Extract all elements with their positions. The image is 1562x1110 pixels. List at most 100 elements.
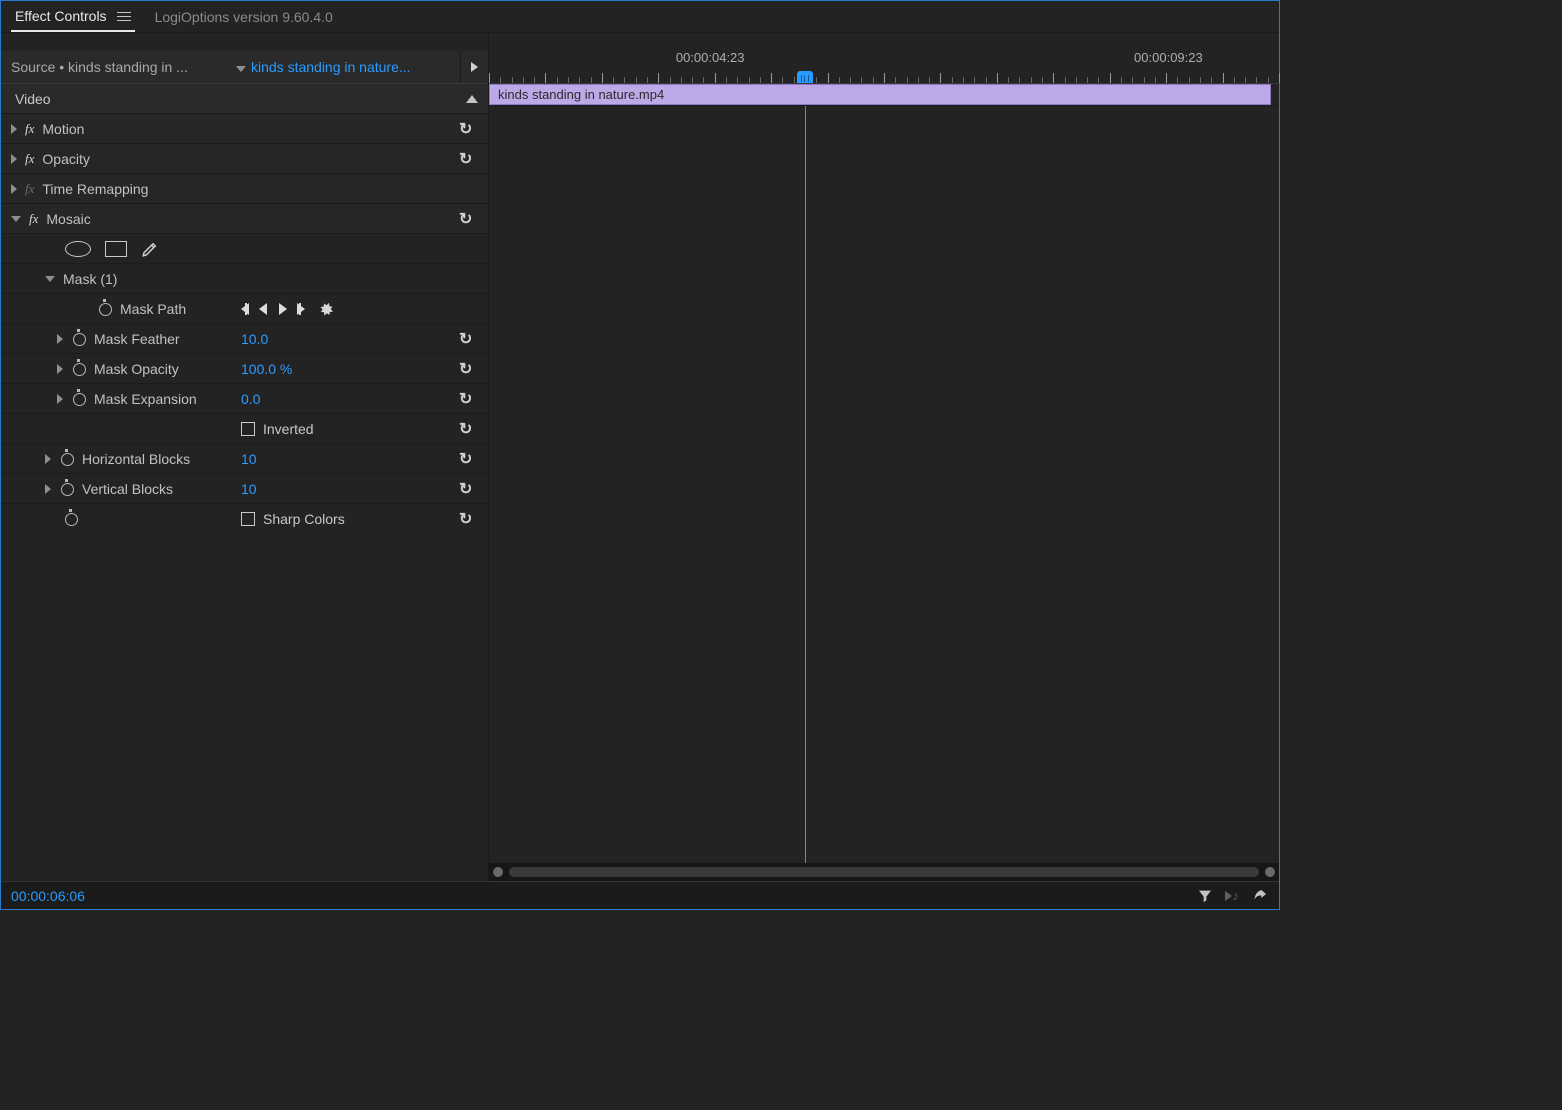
filter-icon[interactable] [1197,888,1213,904]
property-mask-inverted: Inverted ↺ [1,413,488,443]
current-timecode[interactable]: 00:00:06:06 [11,888,85,904]
stopwatch-icon[interactable] [71,331,86,346]
reset-button[interactable]: ↺ [452,509,480,529]
twirl-icon[interactable] [45,276,55,282]
property-value[interactable]: 10 [241,481,257,497]
twirl-icon[interactable] [11,124,17,134]
effect-label: Time Remapping [42,181,148,197]
reset-button[interactable]: ↺ [452,389,480,409]
property-mask-opacity: Mask Opacity 100.0 % ↺ [1,353,488,383]
effect-label: Motion [42,121,84,137]
prev-keyframe-button[interactable] [241,303,247,315]
property-label: Vertical Blocks [82,481,173,497]
twirl-icon[interactable] [45,454,51,464]
effect-opacity[interactable]: fx Opacity ↺ [1,143,488,173]
fx-icon[interactable]: fx [25,121,34,137]
checkbox-label: Sharp Colors [263,511,345,527]
twirl-icon[interactable] [45,484,51,494]
stopwatch-icon[interactable] [59,451,74,466]
reset-button[interactable]: ↺ [452,119,480,139]
scroll-track[interactable] [509,867,1259,877]
stopwatch-icon[interactable] [71,391,86,406]
reset-button[interactable]: ↺ [452,149,480,169]
mask-tracking-options-icon[interactable] [317,300,335,318]
reset-button[interactable]: ↺ [452,419,480,439]
effect-label: Opacity [42,151,89,167]
reset-button[interactable]: ↺ [452,449,480,469]
twirl-icon[interactable] [57,394,63,404]
pen-mask-button[interactable] [141,240,159,258]
twirl-icon[interactable] [57,334,63,344]
show-hide-timeline-icon[interactable] [460,51,488,83]
scroll-handle-right[interactable] [1265,867,1275,877]
property-value[interactable]: 10 [241,451,257,467]
status-bar: 00:00:06:06 ♪ [1,881,1279,909]
property-sharp-colors: Sharp Colors ↺ [1,503,488,533]
property-value[interactable]: 100.0 % [241,361,292,377]
reset-button[interactable]: ↺ [452,209,480,229]
panel-menu-icon[interactable] [117,11,131,21]
fx-icon[interactable]: fx [25,151,34,167]
sharp-colors-checkbox[interactable] [241,512,255,526]
property-label: Mask Path [120,301,186,317]
property-horizontal-blocks: Horizontal Blocks 10 ↺ [1,443,488,473]
effect-time-remapping[interactable]: fx Time Remapping [1,173,488,203]
share-icon[interactable] [1251,888,1269,904]
stopwatch-icon[interactable] [71,361,86,376]
section-label: Video [15,91,466,107]
tab-bar: Effect Controls LogiOptions version 9.60… [1,1,1279,33]
fx-icon[interactable]: fx [29,211,38,227]
clip-label: kinds standing in nature.mp4 [498,87,664,102]
effect-mosaic[interactable]: fx Mosaic ↺ [1,203,488,233]
reset-button[interactable]: ↺ [452,329,480,349]
timeline-body[interactable] [489,105,1279,863]
time-ruler[interactable]: 00:00:04:23 00:00:09:23 [489,33,1279,83]
inverted-checkbox[interactable] [241,422,255,436]
clip-bar[interactable]: kinds standing in nature.mp4 [489,84,1271,105]
tab-effect-controls[interactable]: Effect Controls [11,1,135,32]
next-keyframe-button[interactable] [299,303,305,315]
twirl-icon[interactable] [11,184,17,194]
effect-label: Mosaic [46,211,90,227]
ruler-time-label: 00:00:09:23 [1134,50,1203,65]
sequence-link[interactable]: kinds standing in nature... [251,59,460,75]
source-dropdown-icon[interactable] [231,59,251,75]
property-label: Mask Expansion [94,391,197,407]
play-backward-button[interactable] [259,303,267,315]
play-audio-icon[interactable]: ♪ [1225,888,1240,903]
property-label: Mask Feather [94,331,180,347]
twirl-icon[interactable] [11,154,17,164]
twirl-icon[interactable] [11,216,21,222]
rectangle-mask-button[interactable] [105,241,127,257]
property-label: Horizontal Blocks [82,451,190,467]
ruler-time-label: 00:00:04:23 [676,50,745,65]
stopwatch-icon[interactable] [97,301,112,316]
property-value[interactable]: 10.0 [241,331,268,347]
reset-button[interactable]: ↺ [452,359,480,379]
effect-controls-timeline: 00:00:04:23 00:00:09:23 kinds standing in… [489,33,1279,881]
effect-controls-panel: Source • kinds standing in ... kinds sta… [1,33,489,881]
clip-track: kinds standing in nature.mp4 [489,83,1279,105]
property-value[interactable]: 0.0 [241,391,260,407]
playhead-line [805,106,806,863]
video-section-header[interactable]: Video [1,83,488,113]
property-mask-path: Mask Path [1,293,488,323]
collapse-icon[interactable] [466,95,478,103]
stopwatch-icon[interactable] [59,481,74,496]
mask-header[interactable]: Mask (1) [1,263,488,293]
reset-button[interactable]: ↺ [452,479,480,499]
property-mask-expansion: Mask Expansion 0.0 ↺ [1,383,488,413]
ellipse-mask-button[interactable] [65,241,91,257]
tab-label: Effect Controls [15,8,107,24]
property-list: fx Motion ↺ fx Opacity ↺ fx Time Remap [1,113,488,533]
scroll-handle-left[interactable] [493,867,503,877]
tab-secondary[interactable]: LogiOptions version 9.60.4.0 [155,9,333,25]
stopwatch-icon[interactable] [63,511,78,526]
play-forward-button[interactable] [279,303,287,315]
timeline-scrollbar[interactable] [489,863,1279,881]
fx-icon[interactable]: fx [25,181,34,197]
property-label: Mask Opacity [94,361,179,377]
twirl-icon[interactable] [57,364,63,374]
source-clip-label[interactable]: Source • kinds standing in ... [11,59,231,75]
effect-motion[interactable]: fx Motion ↺ [1,113,488,143]
